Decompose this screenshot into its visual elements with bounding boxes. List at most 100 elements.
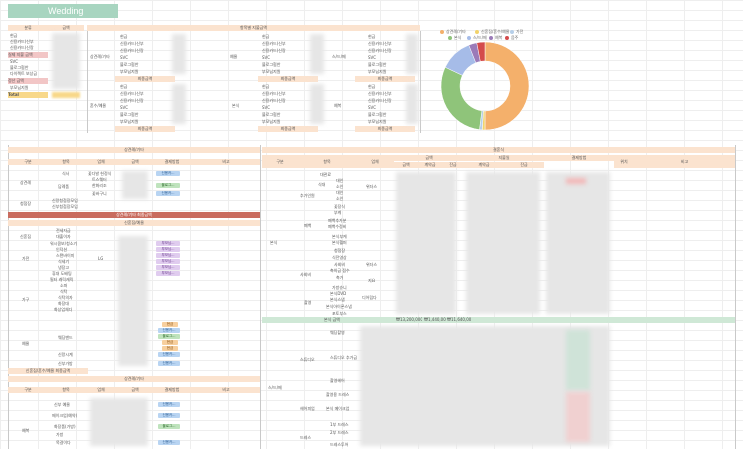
summary-header-amount: 금액 (48, 25, 84, 31)
payment-method-dropdown[interactable]: 부모님... (156, 253, 180, 258)
pay-row: 부모님지원 (262, 119, 281, 124)
item-label: 신부 예물 (54, 402, 70, 407)
payment-method-dropdown[interactable]: 신용카... (158, 440, 180, 445)
pay-row: 부모님지원 (368, 69, 387, 74)
item-label: 답례품 (58, 184, 70, 189)
vendor-label: 디어립다 (362, 295, 377, 300)
item-label: 본식스냅 (330, 297, 345, 302)
item-label: 축의금 접수 (330, 268, 350, 273)
item-label: 2부 드레스 (330, 430, 349, 435)
legend-item: 신혼집/혼수/예물 (475, 29, 509, 34)
col-header: 항목 (298, 155, 356, 168)
sheet-title: Wedding (8, 4, 118, 18)
item-label: 부케 (334, 210, 342, 215)
highlight-redacted (566, 178, 586, 184)
payment-method-dropdown[interactable]: 신용카... (156, 171, 180, 176)
group-label: 예물 (22, 341, 30, 346)
pay-row: 블로그협찬 (368, 62, 387, 67)
subcol-header: 계약금 (464, 162, 504, 168)
item-label: 식전영상 (332, 255, 347, 260)
group-label: 가전 (22, 256, 30, 261)
item-label: 대관료 (320, 172, 332, 177)
left-section3-title: 상견례/기타 (8, 376, 260, 382)
payment-method-dropdown[interactable]: 신용카... (158, 328, 180, 333)
block-label: 예복 (334, 103, 342, 108)
values-redacted (310, 34, 324, 74)
category-label: 스/드/메 (268, 385, 282, 390)
pay-row: 신용카드(신랑 (262, 98, 286, 103)
subcol-header: 잔금 (442, 162, 464, 168)
vendor-label: 위더스 (366, 184, 378, 189)
group-label: 청첩장 (20, 201, 32, 206)
donut-chart (440, 41, 530, 131)
item-label: 메이크업(예약) (52, 413, 78, 418)
item-label: 대출이자 (56, 234, 71, 239)
vendor-label: 한화리조 (92, 183, 107, 188)
block-label: 상견례/기타 (90, 54, 110, 59)
payment-method-dropdown[interactable]: 신용카... (158, 413, 180, 418)
item-label: 축가 (336, 275, 344, 280)
payment-method-dropdown[interactable]: 신용카... (158, 361, 180, 366)
values-redacted (396, 172, 456, 314)
vendor-label: 꽃바구니 (92, 191, 107, 196)
item-label: 신부청첩장모임 (52, 204, 78, 209)
summary-row-settle: 정산 금액 (8, 78, 48, 84)
summary-row-total: Total (8, 92, 48, 98)
group-label: 폐백 (304, 223, 312, 228)
payment-method-dropdown[interactable]: 신용카... (158, 352, 180, 357)
col-header: 금액 (118, 159, 152, 165)
pay-row: 신용카드(신부 (262, 41, 286, 46)
payment-method-dropdown[interactable]: 블로그... (158, 334, 180, 339)
group-label: 드레스 (300, 435, 312, 440)
right-section-title: 결혼식 (262, 147, 735, 153)
payment-method-dropdown[interactable]: 부모님... (156, 271, 180, 276)
payment-method-dropdown[interactable]: 현금 (162, 340, 178, 345)
payment-method-dropdown[interactable]: 현금 (162, 346, 178, 351)
item-label: 화장품(가방) (54, 424, 76, 429)
payment-method-dropdown[interactable]: 부모님... (156, 247, 180, 252)
summary-values-redacted (52, 33, 80, 89)
item-label: 1부 드레스 (330, 422, 349, 427)
block-label: 스/드/메 (332, 54, 346, 59)
item-label: 식사 (62, 171, 70, 176)
values-redacted (310, 84, 324, 124)
pay-row: 현금 (262, 34, 270, 39)
payment-method-dropdown[interactable]: 신용카... (158, 402, 180, 407)
left-section2-title: 신혼집/예물 (8, 220, 260, 226)
values-redacted (466, 172, 540, 314)
values-redacted (406, 34, 418, 74)
payment-method-dropdown[interactable]: 부모님... (156, 259, 180, 264)
subcol-header: 금액 (394, 162, 418, 168)
payment-method-dropdown[interactable]: 신용카... (156, 191, 180, 196)
group-label: 스튜디오 (300, 357, 315, 362)
pay-row: 현금 (120, 84, 128, 89)
left-total2-row: 신혼집/혼수/예물 최종금액 (8, 368, 88, 374)
payment-method-dropdown[interactable]: 부모님... (156, 265, 180, 270)
subcol-header: 잔금 (504, 162, 544, 168)
pay-row: 부모님지원 (120, 69, 139, 74)
item-label: 촬영용 드레스 (326, 392, 350, 397)
payment-method-dropdown[interactable]: 부모님... (156, 241, 180, 246)
values-redacted (118, 236, 148, 366)
pay-row: 블로그협찬 (262, 112, 281, 117)
pay-row: 신용카드(신부 (120, 41, 144, 46)
item-label: 스튜디오 추가금 (330, 355, 358, 360)
block-label: 예물 (230, 54, 238, 59)
block-total: 최종금액 (355, 126, 415, 132)
legend-swatch (440, 30, 444, 34)
col-header: 항목 (48, 159, 84, 165)
pay-row: 블로그협찬 (368, 112, 387, 117)
pay-row: 블로그협찬 (262, 62, 281, 67)
item-label: 본식 메이크업 (326, 406, 350, 411)
pay-row: 현금 (262, 84, 270, 89)
total-value: ₩13,200,000 (396, 317, 422, 322)
col-header: 구분 (8, 387, 48, 393)
pay-row: 현금 (120, 34, 128, 39)
group-label: 헤어피업 (300, 406, 315, 411)
payment-method-dropdown[interactable]: 블로그... (156, 183, 180, 188)
item-label: 청첩장 (334, 248, 346, 253)
col-header: 항목 (48, 387, 84, 393)
summary-row: 신용카드(신랑 (10, 45, 34, 50)
payment-method-dropdown[interactable]: 블로그... (158, 424, 180, 429)
payment-method-dropdown[interactable]: 현금 (162, 322, 178, 327)
